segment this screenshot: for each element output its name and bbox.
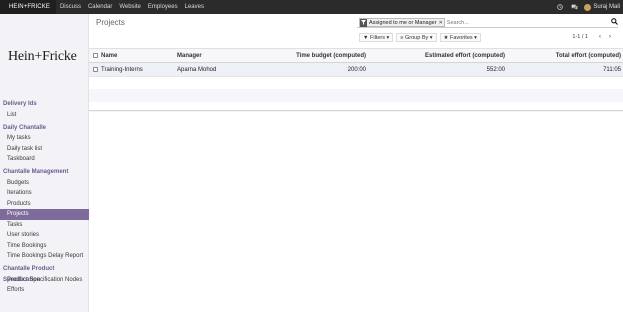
select-all-cell	[89, 48, 99, 63]
sidebar-item-efforts[interactable]: Efforts	[0, 285, 89, 296]
star-icon: ★	[443, 35, 449, 41]
nav-leaves[interactable]: Leaves	[181, 0, 207, 14]
sidebar-section-chantalle-management: Chantalle Management	[3, 169, 69, 175]
caret-down-icon: ▾	[386, 35, 390, 41]
sidebar-section-daily-chantalle: Daily Chantalle	[3, 124, 47, 131]
search-facet: Assigned to me or Manager ✕	[359, 18, 445, 27]
page-title[interactable]: Projects	[96, 18, 125, 27]
sidebar-item-list[interactable]: List	[0, 110, 89, 121]
company-logo: Hein+Fricke	[8, 49, 77, 64]
sidebar-item-time-bookings[interactable]: Time Bookings	[0, 241, 89, 252]
sidebar-item-projects[interactable]: Projects	[0, 209, 89, 220]
search-bar: Assigned to me or Manager ✕	[357, 18, 618, 28]
chevron-left-icon[interactable]: ‹	[596, 34, 604, 40]
col-time-budget[interactable]: Time budget (computed)	[246, 48, 368, 63]
sidebar-section-product-specification: Chantalle Product Specification	[3, 266, 55, 283]
cell-estimated-effort[interactable]: 552:00	[368, 62, 507, 77]
cell-name[interactable]: Training-Interns	[99, 62, 175, 77]
table-footer	[89, 110, 623, 112]
table-row[interactable]: Training-Interns Aparna Mohod 200:00 552…	[89, 62, 623, 77]
list-icon: ≡	[400, 35, 404, 41]
pager: 1-1 / 1 ‹ ›	[572, 34, 614, 40]
table-header: Name Manager Time budget (computed) Esti…	[89, 48, 623, 63]
empty-row	[89, 77, 623, 89]
projects-table: Name Manager Time budget (computed) Esti…	[89, 48, 623, 77]
group-by-button[interactable]: ≡ Group By ▾	[396, 33, 437, 42]
avatar	[584, 3, 592, 11]
top-navbar: HEIN+FRICKE Discuss Calendar Website Emp…	[0, 0, 623, 14]
nav-website[interactable]: Website	[115, 0, 144, 14]
row-checkbox[interactable]	[93, 67, 98, 72]
cell-manager[interactable]: Aparna Mohod	[175, 62, 246, 77]
nav-discuss[interactable]: Discuss	[56, 0, 84, 14]
sidebar-item-products[interactable]: Products	[0, 199, 89, 210]
filter-icon	[360, 18, 367, 27]
nav-employees[interactable]: Employees	[144, 0, 181, 14]
chat-icon[interactable]	[570, 0, 578, 14]
search-options: ▼ Filters ▾ ≡ Group By ▾ ★ Favorites ▾	[359, 33, 484, 42]
sidebar-item-taskboard[interactable]: Taskboard	[0, 154, 89, 165]
facet-remove-icon[interactable]: ✕	[439, 20, 444, 26]
facet-label: Assigned to me or Manager	[369, 19, 437, 26]
cell-time-budget[interactable]: 200:00	[246, 62, 368, 77]
systray: Suraj Mali	[556, 0, 623, 14]
user-name: Suraj Mali	[593, 4, 620, 10]
caret-down-icon: ▾	[474, 35, 477, 41]
sidebar-item-daily-task-list[interactable]: Daily task list	[0, 144, 89, 155]
pager-value[interactable]: 1-1 / 1	[572, 34, 588, 40]
control-panel: Projects Assigned to me or Manager ✕ ▼ F…	[89, 14, 623, 47]
filter-icon: ▼	[363, 35, 369, 41]
sidebar: Hein+Fricke Delivery Ids List Daily Chan…	[0, 14, 89, 312]
sidebar-item-product-specification-nodes[interactable]: Product Specification Nodes	[0, 275, 89, 286]
col-total-effort[interactable]: Total effort (computed)	[507, 48, 623, 63]
col-estimated-effort[interactable]: Estimated effort (computed)	[368, 48, 507, 63]
sidebar-item-user-stories[interactable]: User stories	[0, 230, 89, 241]
row-checkbox-cell	[89, 62, 99, 77]
sidebar-menu: Delivery Ids List Daily Chantalle My tas…	[0, 99, 89, 296]
clock-icon[interactable]	[556, 0, 564, 14]
user-menu[interactable]: Suraj Mali	[584, 3, 623, 11]
search-icon[interactable]	[611, 18, 618, 27]
sidebar-item-budgets[interactable]: Budgets	[0, 178, 89, 189]
filters-button[interactable]: ▼ Filters ▾	[359, 33, 394, 42]
sidebar-item-time-bookings-delay-report[interactable]: Time Bookings Delay Report	[0, 251, 89, 262]
favorites-button[interactable]: ★ Favorites ▾	[439, 33, 481, 42]
sidebar-item-iterations[interactable]: Iterations	[0, 188, 89, 199]
select-all-checkbox[interactable]	[93, 53, 98, 58]
list-view: Name Manager Time budget (computed) Esti…	[89, 48, 623, 102]
search-input[interactable]	[446, 19, 597, 26]
caret-down-icon: ▾	[429, 35, 433, 41]
top-menu: Discuss Calendar Website Employees Leave…	[56, 0, 207, 14]
sidebar-item-tasks[interactable]: Tasks	[0, 220, 89, 231]
nav-calendar[interactable]: Calendar	[84, 0, 115, 14]
col-manager[interactable]: Manager	[175, 48, 246, 63]
sidebar-section-delivery-ids: Delivery Ids	[3, 101, 37, 107]
col-name[interactable]: Name	[99, 48, 175, 63]
app-brand[interactable]: HEIN+FRICKE	[0, 0, 56, 14]
empty-row-shaded	[89, 89, 623, 102]
cell-total-effort[interactable]: 711:05	[507, 62, 623, 77]
sidebar-item-my-tasks[interactable]: My tasks	[0, 133, 89, 144]
chevron-right-icon[interactable]: ›	[606, 34, 614, 40]
